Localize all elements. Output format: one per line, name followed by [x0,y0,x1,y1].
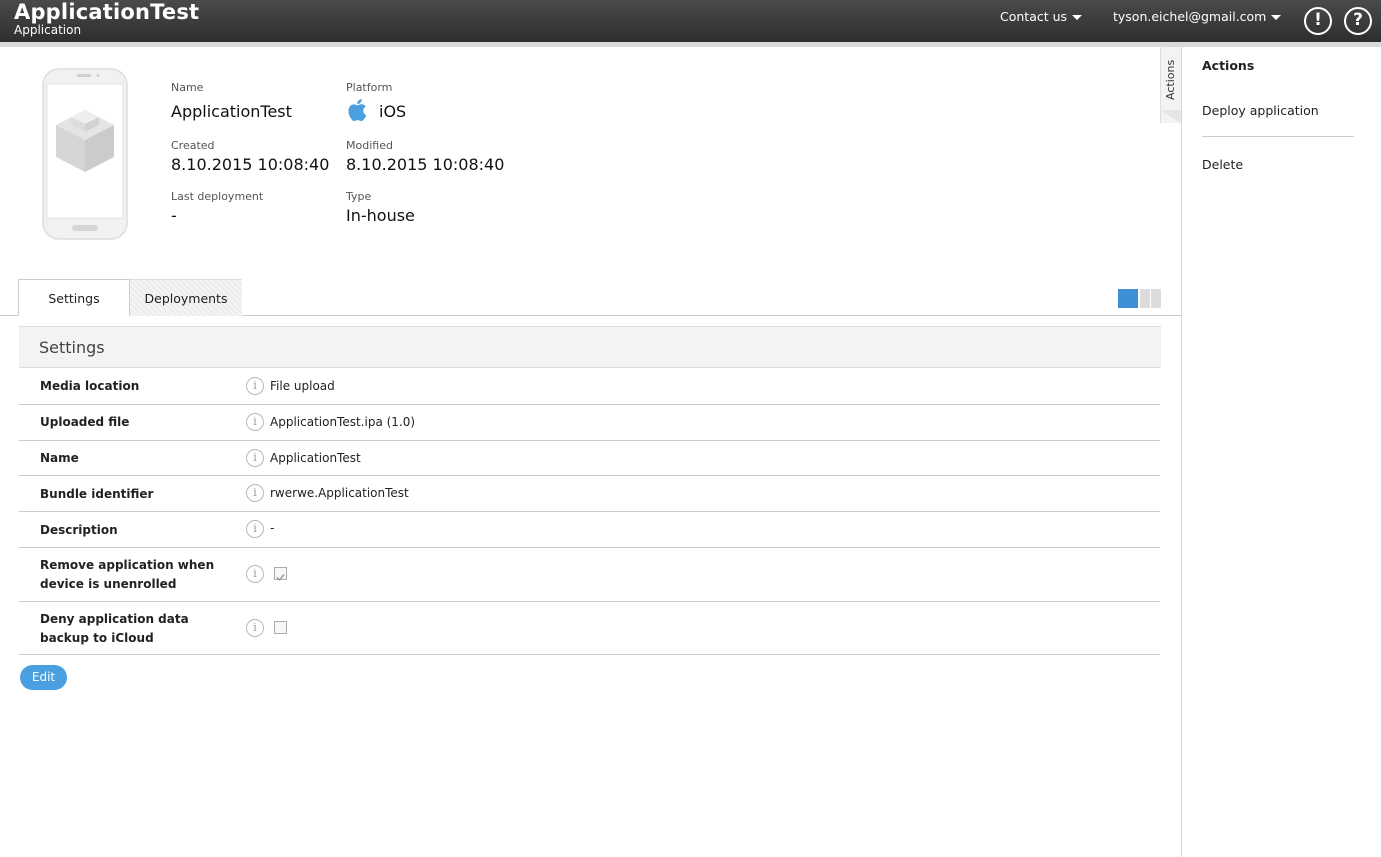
settings-row-description: Description i - [19,512,1160,548]
info-icon[interactable]: i [246,413,264,431]
modified-value: 8.10.2015 10:08:40 [346,155,505,174]
actions-title: Actions [1202,58,1255,73]
deny-icloud-backup-checkbox[interactable] [274,621,287,634]
row-label: Remove application when device is unenro… [40,558,215,591]
row-value: - [270,521,275,535]
type-label: Type [346,190,372,203]
delete-action[interactable]: Delete [1202,157,1243,172]
row-value: ApplicationTest.ipa (1.0) [270,415,416,429]
info-icon[interactable]: i [246,377,264,395]
contact-us-label: Contact us [1000,9,1068,24]
row-value: File upload [270,379,335,393]
type-value: In-house [346,206,415,225]
row-value: ApplicationTest [270,451,361,465]
settings-row-name: Name i ApplicationTest [19,441,1160,476]
row-label: Deny application data backup to iCloud [40,612,189,645]
settings-title: Settings [39,338,105,357]
last-deployment-label: Last deployment [171,190,264,203]
view-toggle-tertiary[interactable] [1151,289,1161,308]
settings-row-deny-icloud-backup: Deny application data backup to iCloud i [19,602,1160,655]
checkmark-icon [276,574,285,582]
chevron-down-icon [1072,15,1083,20]
remove-on-unenroll-checkbox[interactable] [274,567,287,582]
chevron-down-icon [1271,15,1282,20]
actions-divider [1202,136,1354,137]
created-label: Created [171,139,215,152]
row-label: Media location [40,379,140,393]
name-label: Name [171,81,204,94]
info-icon[interactable]: i [246,565,264,583]
info-icon[interactable]: i [246,484,264,502]
last-deployment-value: - [171,206,177,225]
alert-icon[interactable]: ! [1304,7,1332,35]
edit-button[interactable]: Edit [20,665,67,690]
settings-row-uploaded-file: Uploaded file i ApplicationTest.ipa (1.0… [19,405,1160,441]
row-label: Description [40,523,118,537]
name-value: ApplicationTest [171,102,292,121]
user-menu[interactable]: tyson.eichel@gmail.com [1113,9,1282,24]
deploy-application-action[interactable]: Deploy application [1202,103,1319,118]
info-icon[interactable]: i [246,449,264,467]
row-label: Uploaded file [40,415,130,429]
row-label: Bundle identifier [40,487,154,501]
settings-section-header: Settings [19,326,1161,368]
info-icon[interactable]: i [246,520,264,538]
actions-tab-label[interactable]: Actions [1164,60,1177,100]
view-toggle-secondary[interactable] [1140,289,1150,308]
settings-row-media-location: Media location i File upload [19,369,1160,405]
help-icon[interactable]: ? [1344,7,1372,35]
platform-label: Platform [346,81,393,94]
page-title: ApplicationTest [14,0,200,24]
info-icon[interactable]: i [246,619,264,637]
tab-deployments[interactable]: Deployments [130,279,242,316]
contact-us-menu[interactable]: Contact us [1000,9,1083,24]
actions-tab-fold-icon [1160,110,1182,124]
row-label: Name [40,451,79,465]
phone-app-icon [42,68,128,240]
top-bar: ApplicationTest Application Contact us t… [0,0,1381,42]
tab-settings[interactable]: Settings [18,279,130,316]
page-subtitle: Application [14,23,82,37]
view-toggle-primary[interactable] [1118,289,1138,308]
created-value: 8.10.2015 10:08:40 [171,155,330,174]
settings-row-remove-on-unenroll: Remove application when device is unenro… [19,548,1160,602]
row-value: rwerwe.ApplicationTest [270,486,409,500]
settings-row-bundle-identifier: Bundle identifier i rwerwe.ApplicationTe… [19,476,1160,512]
apple-icon [348,99,367,121]
modified-label: Modified [346,139,393,152]
platform-value: iOS [379,102,407,121]
user-email: tyson.eichel@gmail.com [1113,9,1267,24]
